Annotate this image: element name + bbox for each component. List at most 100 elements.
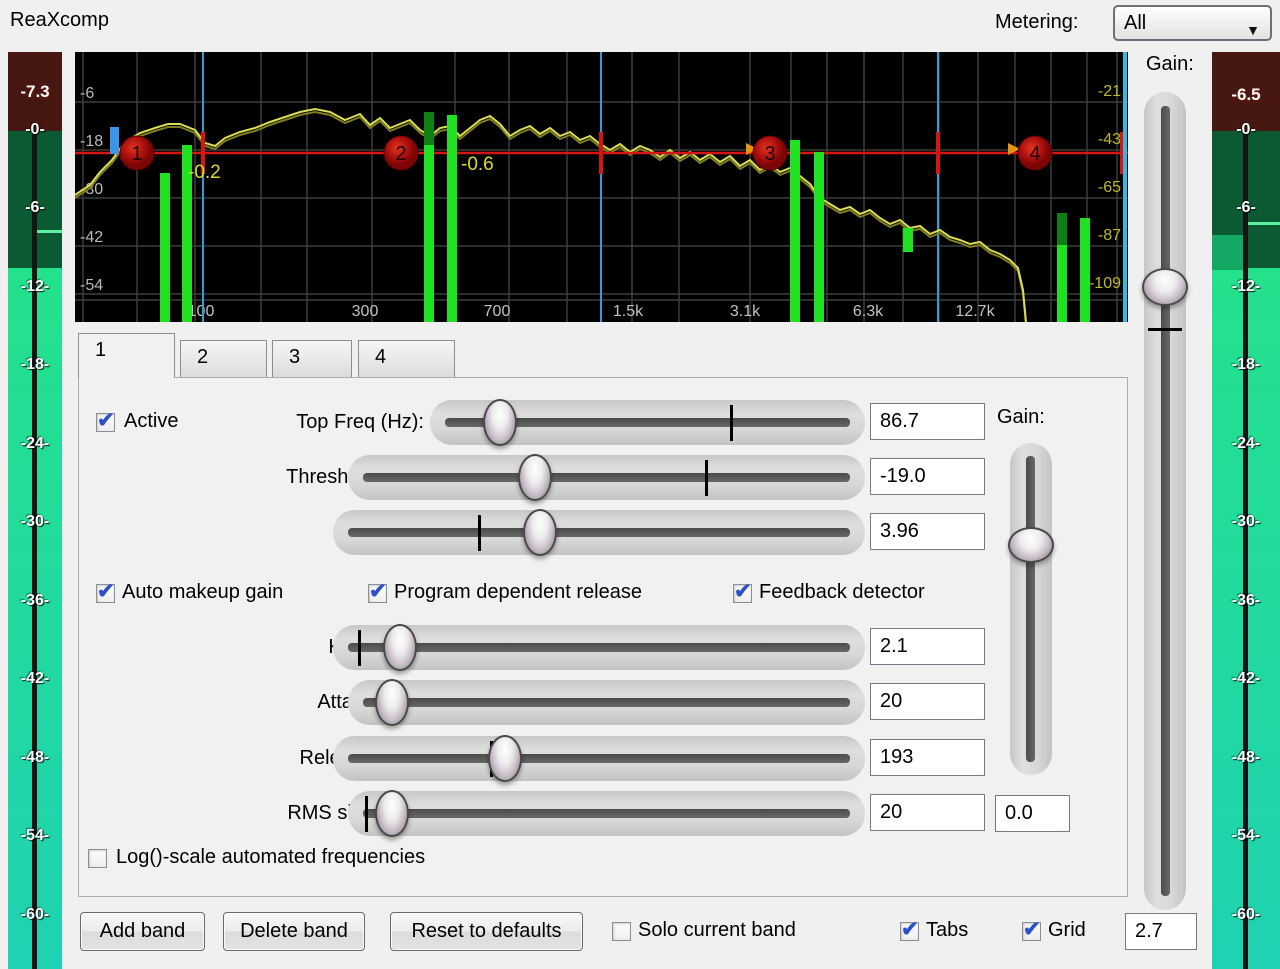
top-freq-slider-track[interactable]: [430, 400, 865, 445]
freq-scale-label: 300: [352, 303, 379, 320]
knee-slider-groove: [348, 643, 850, 652]
knee-value[interactable]: 2.1: [870, 628, 985, 665]
rms-size-slider-groove: [363, 809, 850, 818]
band-gain-label: Gain:: [997, 406, 1045, 429]
input-level-meter-left: -7.3-0--6--12--18--24--30--36--42--48--5…: [8, 52, 62, 969]
freq-scale-label: 12.7k: [955, 303, 995, 320]
ratio-slider-thumb[interactable]: [523, 509, 557, 556]
attack-slider-thumb[interactable]: [375, 679, 409, 726]
meter-scale-label: -54-: [1212, 827, 1280, 845]
reaxcomp-window: ReaXcomp Metering: All ▼ -7.3-0--6--12--…: [0, 0, 1280, 969]
meter-scale-label: -60-: [1212, 906, 1280, 924]
gain-reduction-bar: [1057, 245, 1067, 322]
program-dependent-release-checkbox[interactable]: ✔: [368, 584, 387, 603]
chevron-down-icon: ▼: [1246, 14, 1260, 46]
meter-peak-tick: [1246, 222, 1280, 225]
gain-reduction-bar: [1080, 218, 1090, 322]
ratio-value[interactable]: 3.96: [870, 513, 985, 550]
attack-value[interactable]: 20: [870, 683, 985, 720]
db-scale-label-right: -21: [1098, 83, 1121, 100]
rms-size-slider-track[interactable]: [348, 791, 865, 836]
check-icon: ✔: [1023, 917, 1041, 942]
db-scale-label-left: -42: [80, 229, 103, 246]
feedback-detector-checkbox[interactable]: ✔: [733, 584, 752, 603]
top-freq-slider-tick: [730, 405, 733, 441]
gain-reduction-bar-cap: [1057, 213, 1067, 245]
tab-band-1[interactable]: 1: [78, 333, 175, 378]
main-gain-value[interactable]: 2.7: [1125, 913, 1197, 950]
check-icon: ✔: [734, 579, 752, 604]
tab-band-2[interactable]: 2: [180, 340, 267, 378]
tab-band-3[interactable]: 3: [272, 340, 352, 378]
main-gain-fader-groove: [1161, 106, 1170, 896]
top-freq-slider-thumb[interactable]: [483, 399, 517, 446]
meter-scale-label: -24-: [1212, 435, 1280, 453]
main-gain-fader-tick: [1148, 328, 1182, 331]
feedback-detector-label: Feedback detector: [759, 581, 925, 604]
freq-scale-label: 3.1k: [730, 303, 761, 320]
threshold-slider-tick: [705, 460, 708, 496]
metering-label: Metering:: [995, 11, 1078, 34]
band-blue-handle[interactable]: [110, 127, 119, 154]
ratio-slider-groove: [348, 528, 850, 537]
tab-band-4[interactable]: 4: [358, 340, 455, 378]
attack-slider-groove: [363, 698, 850, 707]
freq-scale-label: 1.5k: [613, 303, 644, 320]
meter-scale-label: -12-: [1212, 278, 1280, 296]
meter-scale-label: -0-: [8, 121, 62, 139]
db-scale-label-right: -109: [1089, 275, 1121, 292]
meter-mid-segment: [1212, 235, 1246, 270]
band-marker-number: 4: [1029, 143, 1040, 165]
check-icon: ✔: [901, 917, 919, 942]
rms-size-value[interactable]: 20: [870, 794, 985, 831]
knee-slider-thumb[interactable]: [383, 624, 417, 671]
ratio-slider-tick: [478, 515, 481, 551]
db-scale-label-right: -43: [1098, 131, 1121, 148]
meter-scale-label: -42-: [8, 670, 62, 688]
main-gain-fader-thumb[interactable]: [1142, 268, 1188, 306]
check-icon: ✔: [97, 408, 115, 433]
solo-current-band-checkbox[interactable]: [612, 922, 631, 941]
band-gain-value[interactable]: 0.0: [995, 795, 1070, 832]
auto-makeup-gain-checkbox[interactable]: ✔: [96, 584, 115, 603]
attack-slider-track[interactable]: [348, 680, 865, 725]
main-gain-fader-track[interactable]: [1144, 92, 1186, 910]
delete-band-button[interactable]: Delete band: [223, 912, 365, 951]
page-title: ReaXcomp: [10, 9, 109, 32]
threshold-annotation: -0.2: [188, 162, 221, 183]
ratio-slider-track[interactable]: [333, 510, 865, 555]
band-marker-number: 2: [395, 143, 406, 165]
gain-reduction-bar: [447, 115, 457, 322]
metering-dropdown[interactable]: All ▼: [1113, 5, 1272, 41]
auto-makeup-gain-label: Auto makeup gain: [122, 581, 283, 604]
meter-scale-label: -12-: [8, 278, 62, 296]
knee-slider-track[interactable]: [333, 625, 865, 670]
tabs-checkbox[interactable]: ✔: [900, 922, 919, 941]
db-scale-label-right: -87: [1098, 227, 1121, 244]
top-freq-value[interactable]: 86.7: [870, 403, 985, 440]
threshold-slider-thumb[interactable]: [518, 454, 552, 501]
meter-scale-label: -48-: [1212, 749, 1280, 767]
release-slider-track[interactable]: [333, 736, 865, 781]
threshold-value[interactable]: -19.0: [870, 458, 985, 495]
log-scale-checkbox[interactable]: [88, 849, 107, 868]
rms-size-slider-thumb[interactable]: [375, 790, 409, 837]
meter-scale-label: -30-: [1212, 513, 1280, 531]
reset-to-defaults-button[interactable]: Reset to defaults: [390, 912, 583, 951]
main-gain-label: Gain:: [1146, 53, 1194, 76]
db-scale-label-left: -18: [80, 133, 103, 150]
gain-reduction-bar: [790, 140, 800, 322]
band-gain-fader-groove: [1026, 456, 1035, 762]
band-gain-fader-thumb[interactable]: [1008, 527, 1054, 563]
release-slider-thumb[interactable]: [488, 735, 522, 782]
db-scale-label-left: -6: [80, 85, 94, 102]
add-band-button[interactable]: Add band: [80, 912, 205, 951]
gain-reduction-bar: [424, 145, 434, 322]
grid-checkbox[interactable]: ✔: [1022, 922, 1041, 941]
active-checkbox[interactable]: ✔: [96, 413, 115, 432]
band-marker-number: 3: [764, 143, 775, 165]
gain-reduction-bar-cap: [424, 112, 434, 145]
release-value[interactable]: 193: [870, 739, 985, 776]
band-gain-fader-track[interactable]: [1010, 443, 1052, 775]
threshold-slider-track[interactable]: [348, 455, 865, 500]
